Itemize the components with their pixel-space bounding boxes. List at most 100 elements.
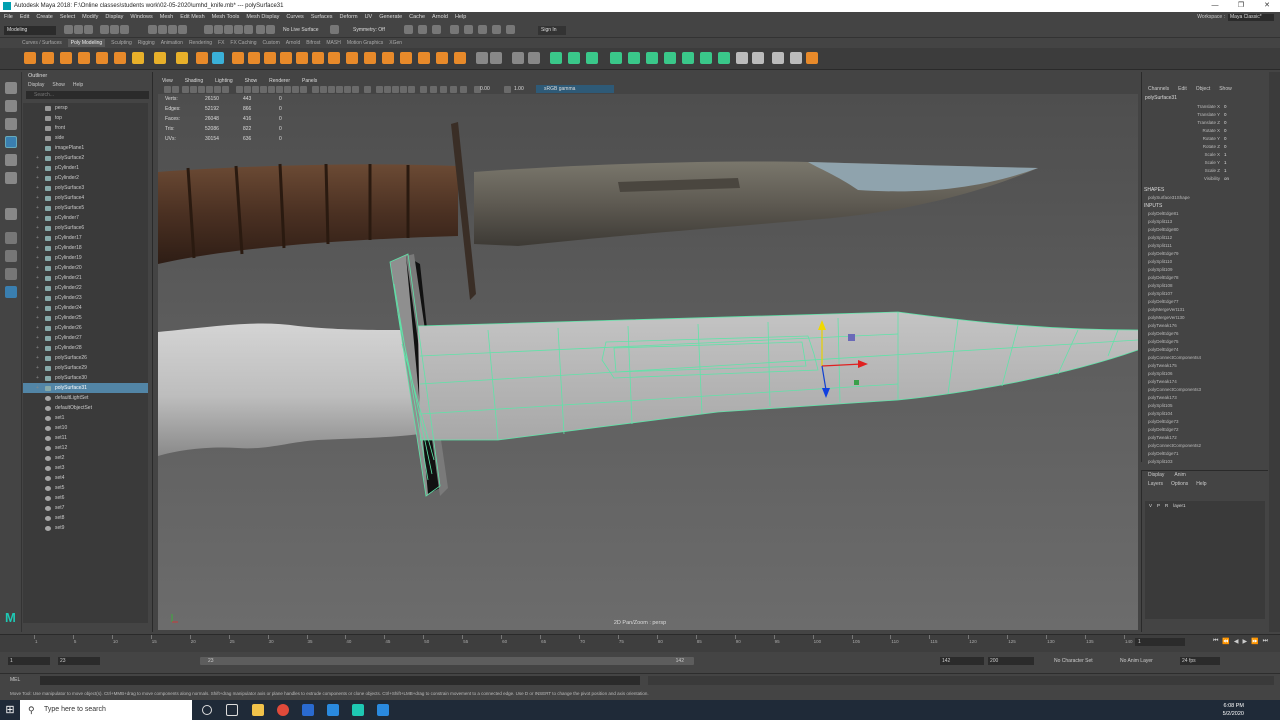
expand-icon[interactable]: + <box>36 373 39 383</box>
shelf-tool-icon[interactable] <box>752 52 764 64</box>
expand-icon[interactable]: + <box>36 153 39 163</box>
input-node[interactable]: polySplit112 <box>1142 234 1268 242</box>
outliner-item[interactable]: set11 <box>23 433 148 443</box>
shelf-tool-icon[interactable] <box>682 52 694 64</box>
status-line-icon[interactable] <box>110 25 119 34</box>
expand-icon[interactable]: + <box>36 383 39 393</box>
attribute-value[interactable]: 0 <box>1224 143 1227 151</box>
viewport-menu-view[interactable]: View <box>162 78 173 84</box>
viewport-toolbar-icon[interactable] <box>276 86 283 93</box>
viewport-menu-panels[interactable]: Panels <box>302 78 317 84</box>
outliner-menu-help[interactable]: Help <box>73 81 83 90</box>
menu-create[interactable]: Create <box>36 14 53 20</box>
menu-uv[interactable]: UV <box>365 14 373 20</box>
shelf-tab-arnold[interactable]: Arnold <box>286 40 300 46</box>
close-button[interactable]: ✕ <box>1254 0 1280 12</box>
viewport-toolbar-icon[interactable] <box>312 86 319 93</box>
viewport-toolbar-icon[interactable] <box>450 86 457 93</box>
menu-mesh[interactable]: Mesh <box>160 14 173 20</box>
minimize-button[interactable]: — <box>1202 0 1228 12</box>
viewport-toolbar-icon[interactable] <box>206 86 213 93</box>
menu-generate[interactable]: Generate <box>379 14 402 20</box>
layer-row[interactable]: V P R layer1 <box>1145 501 1265 510</box>
character-set-dropdown[interactable]: No Character Set <box>1052 657 1108 665</box>
rotate-tool-icon[interactable] <box>5 154 17 166</box>
input-node[interactable]: polySplit113 <box>1142 218 1268 226</box>
status-line-icon[interactable] <box>478 25 487 34</box>
shelf-tab-fx[interactable]: FX <box>218 40 224 46</box>
input-node[interactable]: polyDelEdge75 <box>1142 338 1268 346</box>
channel-box-object-name[interactable]: polySurface31 <box>1142 94 1268 103</box>
shelf-tab-poly-modeling[interactable]: Poly Modeling <box>67 39 106 47</box>
outliner-item[interactable]: + pCylinder28 <box>23 343 148 353</box>
channel-attribute-row[interactable]: Rotate Y 0 <box>1142 135 1268 143</box>
input-node[interactable]: polySplit105 <box>1142 402 1268 410</box>
menu-deform[interactable]: Deform <box>340 14 358 20</box>
shelf-tool-icon[interactable] <box>610 52 622 64</box>
input-node[interactable]: polyDelEdge81 <box>1142 210 1268 218</box>
input-node[interactable]: polyConnectComponents3 <box>1142 386 1268 394</box>
status-line-icon[interactable] <box>214 25 223 34</box>
shelf-tool-icon[interactable] <box>296 52 308 64</box>
shelf-tool-icon[interactable] <box>232 52 244 64</box>
menu-set-dropdown[interactable]: Modeling <box>4 26 56 35</box>
outliner-item[interactable]: set7 <box>23 503 148 513</box>
layer-playback-toggle[interactable]: P <box>1157 501 1160 510</box>
outliner-item[interactable]: + pCylinder20 <box>23 263 148 273</box>
viewport-toolbar-icon[interactable] <box>182 86 189 93</box>
status-line-icon[interactable] <box>404 25 413 34</box>
attribute-value[interactable]: 0 <box>1224 111 1227 119</box>
end-time-field[interactable]: 200 <box>988 657 1034 665</box>
shelf-tool-icon[interactable] <box>248 52 260 64</box>
maximize-button[interactable]: ❐ <box>1228 0 1254 12</box>
viewport-toolbar-icon[interactable] <box>336 86 343 93</box>
tab-display[interactable]: Display <box>1148 471 1164 480</box>
shelf-tab-rigging[interactable]: Rigging <box>138 40 155 46</box>
shelf-tab-curves-surfaces[interactable]: Curves / Surfaces <box>22 40 62 46</box>
status-line-icon[interactable] <box>450 25 459 34</box>
input-node[interactable]: polyDelEdge76 <box>1142 330 1268 338</box>
viewport-toolbar-icon[interactable] <box>252 86 259 93</box>
input-node[interactable]: polySplit106 <box>1142 370 1268 378</box>
shelf-tool-icon[interactable] <box>418 52 430 64</box>
windows-start-icon[interactable]: ⊞ <box>0 700 20 720</box>
status-line-icon[interactable] <box>330 25 339 34</box>
maya-taskbar-icon[interactable] <box>352 704 364 716</box>
viewport-toolbar-icon[interactable] <box>244 86 251 93</box>
shelf-tool-icon[interactable] <box>382 52 394 64</box>
outliner-menu-show[interactable]: Show <box>52 81 65 90</box>
shelf-tool-icon[interactable] <box>114 52 126 64</box>
range-slider[interactable]: 23 142 <box>200 657 694 665</box>
outliner-item[interactable]: set12 <box>23 443 148 453</box>
workspace-dropdown[interactable]: Maya Classic* <box>1228 13 1274 21</box>
status-line-icon[interactable] <box>100 25 109 34</box>
expand-icon[interactable]: + <box>36 163 39 173</box>
status-line-icon[interactable] <box>74 25 83 34</box>
outliner-item[interactable]: side <box>23 133 148 143</box>
input-node[interactable]: polyConnectComponents2 <box>1142 442 1268 450</box>
expand-icon[interactable]: + <box>36 203 39 213</box>
input-node[interactable]: polyTweak174 <box>1142 378 1268 386</box>
shelf-tool-icon[interactable] <box>364 52 376 64</box>
viewport-toolbar-icon[interactable] <box>172 86 179 93</box>
channel-attribute-row[interactable]: Translate Z 0 <box>1142 119 1268 127</box>
viewport-toolbar-icon[interactable] <box>344 86 351 93</box>
menu-file[interactable]: File <box>4 14 13 20</box>
status-line-icon[interactable] <box>204 25 213 34</box>
playback-end-field[interactable]: 142 <box>940 657 984 665</box>
viewport-toolbar-icon[interactable] <box>190 86 197 93</box>
shape-node[interactable]: polySurface31Shape <box>1142 194 1268 202</box>
expand-icon[interactable]: + <box>36 303 39 313</box>
channel-menu-show[interactable]: Show <box>1219 84 1232 94</box>
expand-icon[interactable]: + <box>36 253 39 263</box>
system-clock[interactable]: 6:08 PM 5/2/2020 <box>1223 702 1244 718</box>
shelf-tab-sculpting[interactable]: Sculpting <box>111 40 132 46</box>
file-explorer-icon[interactable] <box>252 704 264 716</box>
outliner-item[interactable]: top <box>23 113 148 123</box>
shelf-tool-icon[interactable] <box>454 52 466 64</box>
outliner-item[interactable]: + pCylinder22 <box>23 283 148 293</box>
viewport-menu-shading[interactable]: Shading <box>185 78 203 84</box>
status-line-icon[interactable] <box>256 25 265 34</box>
shelf-tab-rendering[interactable]: Rendering <box>189 40 212 46</box>
outliner-item[interactable]: + polySurface5 <box>23 203 148 213</box>
